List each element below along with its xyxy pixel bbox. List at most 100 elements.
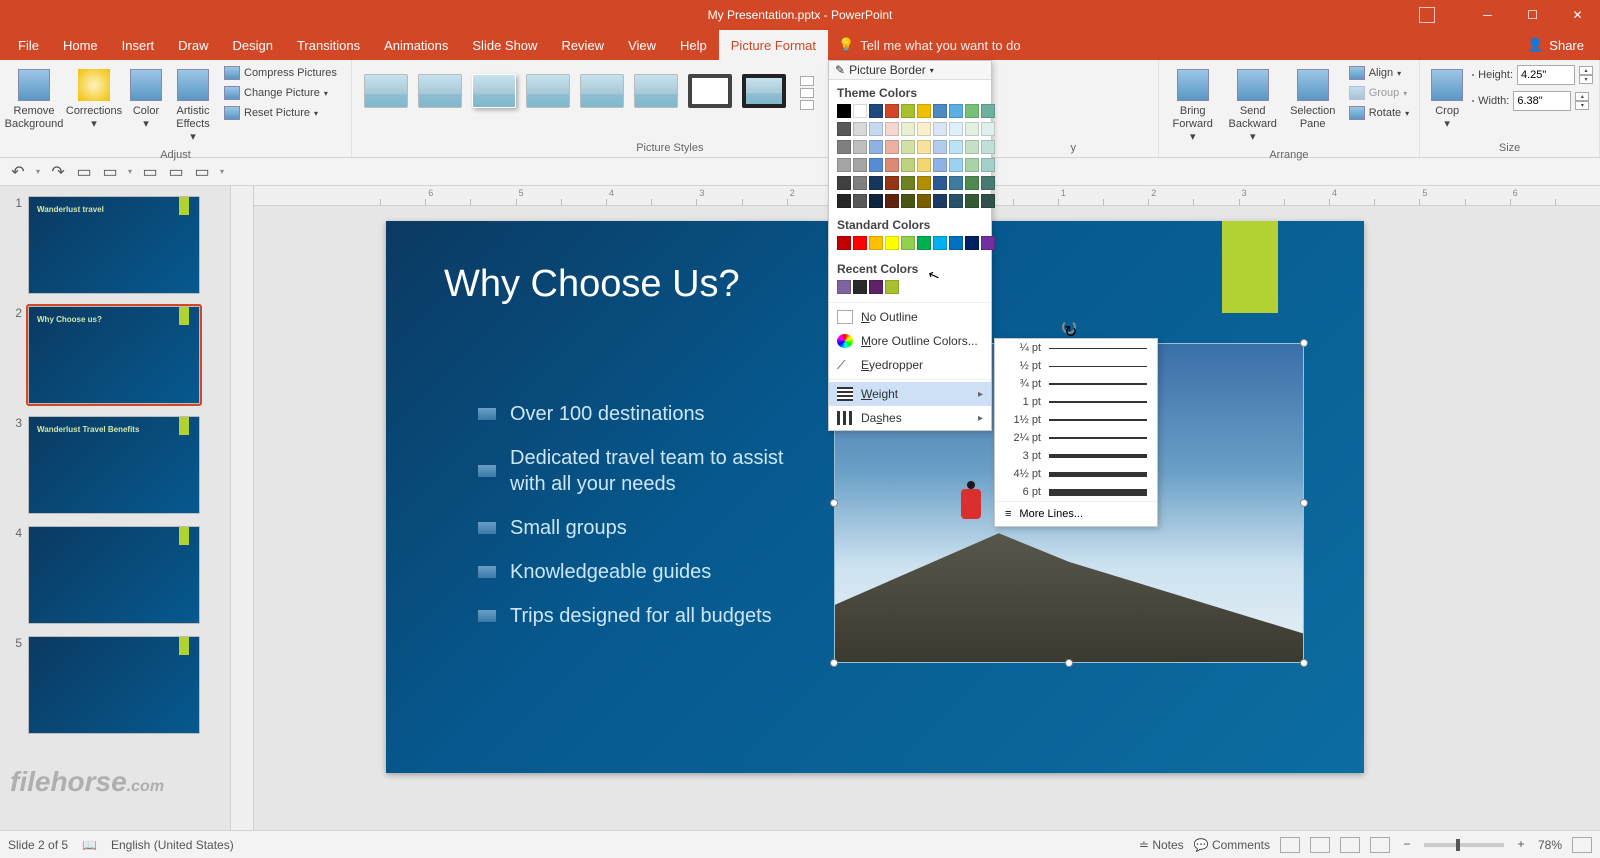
qat-btn-1[interactable]: ▭: [76, 164, 92, 180]
color-swatch[interactable]: [869, 176, 883, 190]
resize-handle[interactable]: [1300, 499, 1308, 507]
gallery-scroll-up[interactable]: [800, 76, 814, 86]
color-swatch[interactable]: [885, 158, 899, 172]
slide-thumbnail-2[interactable]: Why Choose us?: [28, 306, 200, 404]
style-thumb-3[interactable]: [472, 74, 516, 108]
spellcheck-icon[interactable]: 📖: [82, 838, 97, 852]
color-swatch[interactable]: [949, 122, 963, 136]
tab-slideshow[interactable]: Slide Show: [460, 30, 549, 60]
tab-help[interactable]: Help: [668, 30, 719, 60]
corrections-button[interactable]: Corrections▾: [66, 65, 122, 133]
color-swatch[interactable]: [981, 236, 995, 250]
resize-handle[interactable]: [830, 659, 838, 667]
color-swatch[interactable]: [901, 194, 915, 208]
style-thumb-5[interactable]: [580, 74, 624, 108]
color-swatch[interactable]: [965, 176, 979, 190]
color-swatch[interactable]: [837, 122, 851, 136]
color-swatch[interactable]: [869, 122, 883, 136]
style-thumb-2[interactable]: [418, 74, 462, 108]
color-swatch[interactable]: [981, 122, 995, 136]
color-swatch[interactable]: [885, 122, 899, 136]
color-swatch[interactable]: [885, 280, 899, 294]
weight-option[interactable]: 4½ pt: [995, 465, 1157, 483]
color-swatch[interactable]: [853, 158, 867, 172]
height-spin-down[interactable]: ▾: [1579, 75, 1593, 84]
more-outline-colors-item[interactable]: More Outline Colors...: [829, 329, 991, 353]
rotate-handle[interactable]: ↻: [1062, 320, 1076, 334]
color-swatch[interactable]: [917, 176, 931, 190]
style-thumb-4[interactable]: [526, 74, 570, 108]
color-swatch[interactable]: [885, 194, 899, 208]
slideshow-view-button[interactable]: [1370, 837, 1390, 853]
color-swatch[interactable]: [837, 280, 851, 294]
color-swatch[interactable]: [901, 158, 915, 172]
bullet-item[interactable]: Knowledgeable guides: [478, 559, 790, 585]
weight-option[interactable]: ¼ pt: [995, 339, 1157, 357]
color-swatch[interactable]: [853, 236, 867, 250]
color-button[interactable]: Color▾: [126, 65, 166, 133]
weight-option[interactable]: 6 pt: [995, 483, 1157, 501]
zoom-slider[interactable]: [1424, 843, 1504, 847]
color-swatch[interactable]: [949, 104, 963, 118]
slide-sorter-view-button[interactable]: [1310, 837, 1330, 853]
color-swatch[interactable]: [837, 140, 851, 154]
zoom-in-button[interactable]: +: [1514, 838, 1528, 852]
color-swatch[interactable]: [981, 104, 995, 118]
color-swatch[interactable]: [837, 176, 851, 190]
share-button[interactable]: 👤 Share: [1517, 37, 1594, 53]
tab-insert[interactable]: Insert: [110, 30, 167, 60]
selection-pane-button[interactable]: Selection Pane: [1285, 65, 1341, 133]
fit-to-window-button[interactable]: [1572, 837, 1592, 853]
color-swatch[interactable]: [837, 236, 851, 250]
tab-home[interactable]: Home: [51, 30, 110, 60]
resize-handle[interactable]: [1300, 339, 1308, 347]
color-swatch[interactable]: [869, 104, 883, 118]
tab-animations[interactable]: Animations: [372, 30, 460, 60]
minimize-button[interactable]: ─: [1465, 0, 1510, 30]
remove-background-button[interactable]: Remove Background: [6, 65, 62, 133]
bullet-item[interactable]: Trips designed for all budgets: [478, 603, 790, 629]
weight-option[interactable]: 2¼ pt: [995, 429, 1157, 447]
weight-option[interactable]: 3 pt: [995, 447, 1157, 465]
color-swatch[interactable]: [917, 236, 931, 250]
color-swatch[interactable]: [917, 158, 931, 172]
maximize-button[interactable]: ☐: [1510, 0, 1555, 30]
color-swatch[interactable]: [837, 104, 851, 118]
weight-option[interactable]: ½ pt: [995, 357, 1157, 375]
redo-button[interactable]: ↷: [50, 164, 66, 180]
color-swatch[interactable]: [869, 194, 883, 208]
tab-draw[interactable]: Draw: [166, 30, 220, 60]
color-swatch[interactable]: [965, 158, 979, 172]
width-spin-down[interactable]: ▾: [1575, 101, 1589, 110]
normal-view-button[interactable]: [1280, 837, 1300, 853]
more-lines-item[interactable]: ≡More Lines...: [995, 501, 1157, 526]
width-spin-up[interactable]: ▴: [1575, 92, 1589, 101]
color-swatch[interactable]: [885, 104, 899, 118]
color-swatch[interactable]: [853, 176, 867, 190]
color-swatch[interactable]: [837, 194, 851, 208]
color-swatch[interactable]: [901, 140, 915, 154]
color-swatch[interactable]: [949, 140, 963, 154]
color-swatch[interactable]: [917, 194, 931, 208]
qat-btn-5[interactable]: ▭: [194, 164, 210, 180]
tab-design[interactable]: Design: [221, 30, 285, 60]
color-swatch[interactable]: [981, 158, 995, 172]
style-thumb-7[interactable]: [688, 74, 732, 108]
gallery-more-button[interactable]: [800, 100, 814, 110]
weight-item[interactable]: Weight: [829, 382, 991, 406]
color-swatch[interactable]: [917, 104, 931, 118]
rotate-button[interactable]: Rotate▾: [1345, 105, 1413, 121]
zoom-out-button[interactable]: −: [1400, 838, 1414, 852]
tab-picture-format[interactable]: Picture Format: [719, 30, 828, 60]
bullet-item[interactable]: Dedicated travel team to assist with all…: [478, 445, 790, 497]
reading-view-button[interactable]: [1340, 837, 1360, 853]
color-swatch[interactable]: [949, 194, 963, 208]
tab-review[interactable]: Review: [549, 30, 616, 60]
gallery-scroll-down[interactable]: [800, 88, 814, 98]
slide-thumbnail-3[interactable]: Wanderlust Travel Benefits: [28, 416, 200, 514]
color-swatch[interactable]: [933, 104, 947, 118]
qat-btn-2[interactable]: ▭: [102, 164, 118, 180]
ribbon-display-options-icon[interactable]: [1419, 7, 1435, 23]
zoom-level[interactable]: 78%: [1538, 838, 1562, 852]
color-swatch[interactable]: [885, 236, 899, 250]
